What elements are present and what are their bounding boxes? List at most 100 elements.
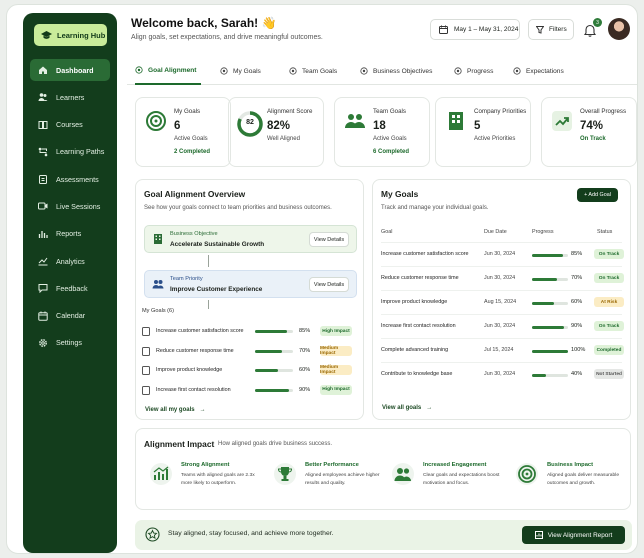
view-all-goals-label: View all goals [382, 405, 422, 411]
footer-text: Stay aligned, stay focused, and achieve … [168, 530, 334, 537]
overview-goal-row[interactable]: Increase customer satisfaction score 85% H… [142, 323, 353, 341]
sidebar-item-dashboard[interactable]: Dashboard [30, 59, 110, 81]
users-icon [513, 67, 521, 75]
due-date: Aug 15, 2024 [484, 299, 517, 305]
target-icon [516, 463, 538, 485]
tab-label: Goal Alignment [148, 66, 197, 74]
tab-business-objectives[interactable]: Business Objectives [360, 57, 440, 85]
table-row[interactable]: Increase first contact resolution Jun 30,… [381, 314, 624, 337]
goal-progress-fill [532, 302, 554, 305]
impact-item: Better Performance Aligned employees achi… [268, 459, 388, 499]
column-header-status: Status [597, 229, 613, 235]
kpi-card-my-goals: My Goals 6 Active Goals 2 Completed [135, 97, 231, 167]
view-alignment-report-button[interactable]: View Alignment Report [522, 526, 625, 544]
overview-goal-row[interactable]: Improve product knowledge 60% Medium Impac… [142, 362, 353, 380]
date-range-picker[interactable]: May 1 – May 31, 2024 [430, 19, 520, 40]
sidebar-item-reports[interactable]: Reports [30, 223, 110, 245]
goal-percent: 60% [571, 299, 583, 305]
goal-progress-fill [255, 349, 282, 353]
goal-name: Increase customer satisfaction score [156, 328, 244, 334]
sidebar-item-calendar[interactable]: Calendar [30, 305, 110, 327]
filters-button[interactable]: Filters [528, 19, 574, 40]
kpi-card-company-priorities: Company Priorities 5 Active Priorities [435, 97, 531, 167]
briefcase-icon [360, 67, 368, 75]
sidebar-item-analytics[interactable]: Analytics [30, 250, 110, 272]
sidebar-item-learners[interactable]: Learners [30, 86, 110, 108]
my-goals-count-label: My Goals (6) [142, 308, 175, 314]
arrow-right-icon: → [426, 405, 433, 411]
overview-subtitle: See how your goals connect to team prior… [144, 205, 332, 211]
book-icon [38, 120, 48, 129]
impact-item-title: Business Impact [547, 462, 594, 468]
goal-percent: 90% [571, 323, 583, 329]
sidebar-item-settings[interactable]: Settings [30, 332, 110, 354]
sidebar-item-label: Courses [56, 120, 83, 130]
tab-label: Progress [467, 67, 494, 75]
goal-progress-bar [532, 254, 568, 257]
sidebar-item-live-sessions[interactable]: Live Sessions [30, 195, 110, 217]
goal-progress-fill [532, 254, 563, 257]
goal-percent: 90% [299, 386, 311, 393]
status-badge: On Track [594, 321, 624, 331]
overview-goal-row[interactable]: Increase first contact resolution 90% High… [142, 382, 353, 400]
tab-progress[interactable]: Progress [454, 57, 498, 85]
priority-name: Improve Customer Experience [170, 286, 263, 293]
notification-badge: 3 [593, 18, 602, 27]
goal-icon [142, 327, 150, 336]
table-row[interactable]: Complete advanced training Jul 15, 2024 10… [381, 338, 624, 361]
view-all-goals-link[interactable]: View all goals → [382, 405, 432, 411]
bar-chart-icon [38, 230, 48, 238]
report-icon [534, 531, 543, 539]
chat-icon [38, 284, 48, 294]
goal-name: Increase first contact resolution [381, 323, 456, 329]
table-row[interactable]: Increase customer satisfaction score Jun … [381, 242, 624, 265]
kpi-value: 5 [474, 120, 481, 132]
impact-item: Business Impact Aligned goals deliver mea… [510, 459, 630, 499]
goal-progress-fill [255, 369, 278, 372]
brand-logo[interactable]: Learning Hub [34, 24, 107, 46]
view-all-my-goals-link[interactable]: View all my goals → [145, 407, 206, 413]
team-icon [345, 114, 365, 128]
due-date: Jun 30, 2024 [484, 371, 516, 377]
trophy-icon [274, 463, 296, 485]
footer-banner: Stay aligned, stay focused, and achieve … [135, 520, 632, 550]
team-icon [152, 280, 164, 289]
tab-team-goals[interactable]: Team Goals [289, 57, 347, 85]
goal-icon [142, 366, 150, 375]
goal-percent: 70% [299, 347, 311, 354]
view-all-my-goals-label: View all my goals [145, 407, 195, 413]
overview-title: Goal Alignment Overview [144, 189, 246, 199]
priority-view-details-button[interactable]: View Details [309, 277, 349, 292]
column-header-goal: Goal [381, 229, 393, 235]
sidebar-item-assessments[interactable]: Assessments [30, 168, 110, 190]
goal-name: Contribute to knowledge base [381, 371, 453, 377]
tab-goal-alignment[interactable]: Goal Alignment [135, 57, 201, 85]
sidebar-item-courses[interactable]: Courses [30, 114, 110, 136]
kpi-value: 74% [580, 120, 604, 132]
impact-badge: Medium Impact [320, 345, 352, 356]
tab-label: Expectations [526, 67, 564, 75]
sidebar-item-feedback[interactable]: Feedback [30, 277, 110, 299]
objective-type: Business Objective [170, 231, 218, 237]
connector-line [208, 300, 209, 309]
impact-item-title: Increased Engagement [423, 462, 487, 468]
sidebar-item-learning-paths[interactable]: Learning Paths [30, 141, 110, 163]
table-row[interactable]: Reduce customer response time Jun 30, 202… [381, 266, 624, 289]
overview-goal-row[interactable]: Reduce customer response time 70% Medium I… [142, 343, 353, 361]
tab-my-goals[interactable]: My Goals [220, 57, 272, 85]
filters-label: Filters [549, 26, 567, 33]
goal-icon [142, 385, 150, 395]
tab-label: My Goals [233, 67, 261, 75]
table-row[interactable]: Improve product knowledge Aug 15, 2024 60%… [381, 290, 624, 313]
tab-expectations[interactable]: Expectations [513, 57, 569, 85]
impact-item: Strong Alignment Teams with aligned goals… [144, 459, 264, 499]
growth-chart-icon [150, 463, 172, 485]
objective-view-details-button[interactable]: View Details [309, 232, 349, 247]
add-goal-button[interactable]: + Add Goal [577, 188, 618, 202]
sidebar-nav: Dashboard Learners Courses Learning Paths As… [30, 59, 110, 359]
avatar[interactable] [608, 18, 630, 40]
table-row[interactable]: Contribute to knowledge base Jun 30, 2024… [381, 362, 624, 385]
goal-name: Improve product knowledge [381, 299, 448, 305]
badge-star-icon [145, 527, 160, 542]
calendar-icon [439, 25, 448, 34]
